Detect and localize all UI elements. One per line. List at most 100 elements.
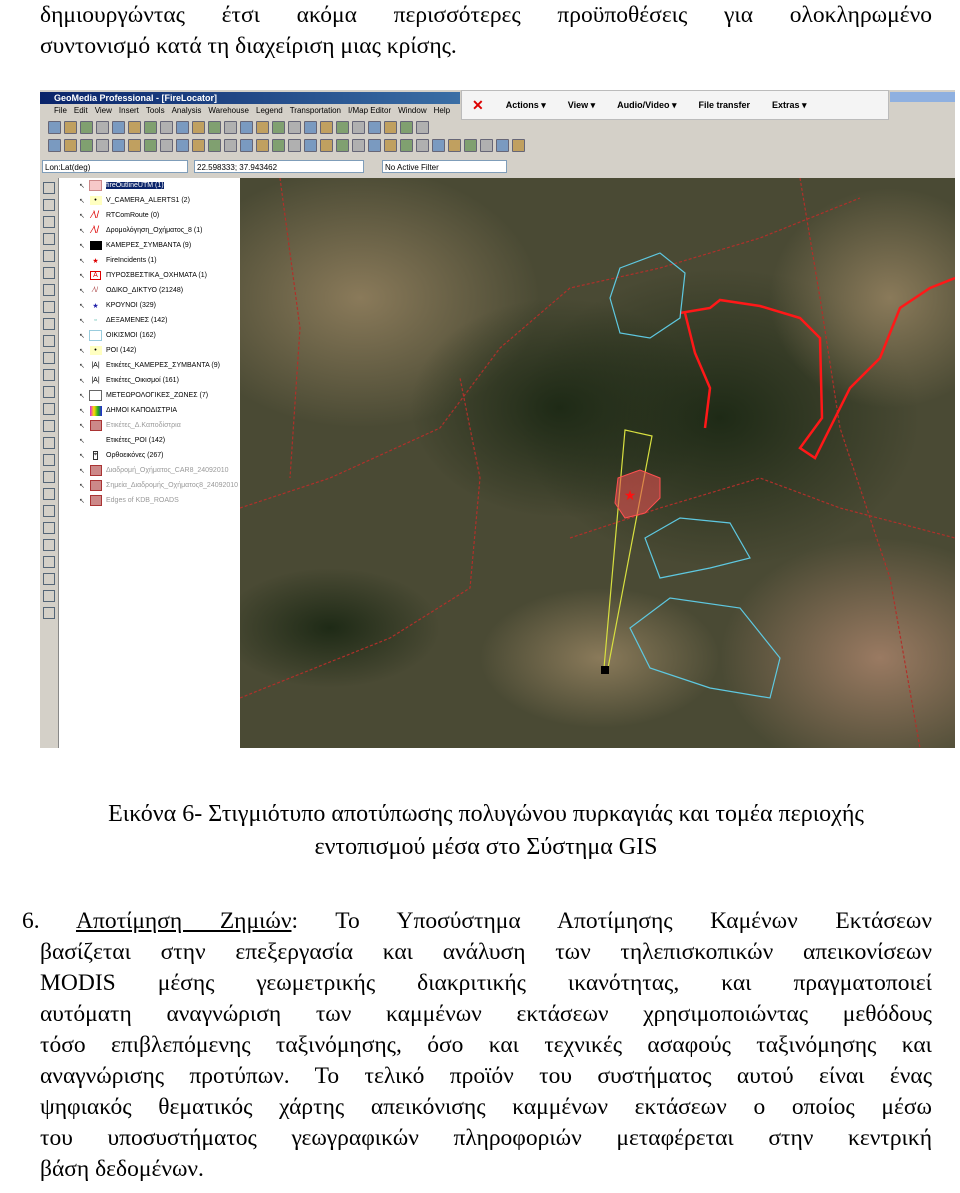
tool-icon[interactable] (43, 369, 55, 381)
toolbar-button-icon[interactable] (240, 120, 253, 134)
tool-icon[interactable] (43, 403, 55, 415)
menu-item[interactable]: Edit (74, 104, 88, 117)
legend-entry[interactable]: ↖ ΚΑΜΕΡΕΣ_ΣΥΜΒΑΝΤΑ (9) (59, 238, 241, 253)
toolbar-button-icon[interactable] (352, 138, 365, 152)
coord-system-select[interactable]: Lon:Lat(deg) (42, 160, 188, 173)
toolbar-button-icon[interactable] (80, 138, 93, 152)
tool-icon[interactable] (43, 267, 55, 279)
legend-entry[interactable]: ↖ ΟΙΚΙΣΜΟΙ (162) (59, 328, 241, 343)
toolbar-button-icon[interactable] (80, 120, 93, 134)
tool-icon[interactable] (43, 505, 55, 517)
legend-entry[interactable]: ↖ ★ FireIncidents (1) (59, 253, 241, 268)
toolbar-button-icon[interactable] (272, 120, 285, 134)
toolbar-button-icon[interactable] (336, 120, 349, 134)
toolbar-button-icon[interactable] (496, 138, 509, 152)
toolbar-button-icon[interactable] (96, 120, 109, 134)
map-view[interactable]: ★ (240, 178, 955, 748)
legend-entry[interactable]: ↖ ⁄\/ ΟΔΙΚΟ_ΔΙΚΤΥΟ (21248) (59, 283, 241, 298)
toolbar-button-icon[interactable] (144, 120, 157, 134)
legend-entry[interactable]: ↖ Ετικέτες_Δ.Καποδίστρια (59, 418, 241, 433)
close-icon[interactable]: ✕ (472, 97, 484, 114)
tool-icon[interactable] (43, 335, 55, 347)
toolbar-button-icon[interactable] (176, 138, 189, 152)
toolbar-button-icon[interactable] (240, 138, 253, 152)
toolbar-button-icon[interactable] (448, 138, 461, 152)
tool-icon[interactable] (43, 420, 55, 432)
toolbar-button-icon[interactable] (368, 120, 381, 134)
file-transfer-button[interactable]: File transfer (699, 100, 751, 110)
menu-item[interactable]: Analysis (172, 104, 202, 117)
legend-entry[interactable]: ↖ ⌖ Ορθοεικόνες (267) (59, 448, 241, 463)
menu-item[interactable]: File (54, 104, 67, 117)
toolbar-button-icon[interactable] (112, 138, 125, 152)
tool-icon[interactable] (43, 386, 55, 398)
toolbar-button-icon[interactable] (480, 138, 493, 152)
toolbar-button-icon[interactable] (128, 120, 141, 134)
toolbar-button-icon[interactable] (416, 138, 429, 152)
toolbar-button-icon[interactable] (96, 138, 109, 152)
legend-entry[interactable]: ↖ Σημεία_Διαδρομής_Οχήματος8_24092010 (59, 478, 241, 493)
toolbar-button-icon[interactable] (256, 120, 269, 134)
toolbar-button-icon[interactable] (320, 138, 333, 152)
toolbar-button-icon[interactable] (176, 120, 189, 134)
tool-icon[interactable] (43, 471, 55, 483)
toolbar-button-icon[interactable] (272, 138, 285, 152)
tool-icon[interactable] (43, 301, 55, 313)
tool-icon[interactable] (43, 522, 55, 534)
legend-entry[interactable]: ↖ ΜΕΤΕΩΡΟΛΟΓΙΚΕΣ_ΖΩΝΕΣ (7) (59, 388, 241, 403)
tool-icon[interactable] (43, 216, 55, 228)
toolbar-button-icon[interactable] (64, 138, 77, 152)
tool-icon[interactable] (43, 182, 55, 194)
tool-icon[interactable] (43, 437, 55, 449)
coordinates-field[interactable]: 22.598333; 37.943462 (194, 160, 364, 173)
legend-entry[interactable]: ↖ Ετικέτες_POI (142) (59, 433, 241, 448)
toolbar-button-icon[interactable] (400, 120, 413, 134)
toolbar-button-icon[interactable] (288, 138, 301, 152)
menu-item[interactable]: I/Map Editor (348, 104, 391, 117)
tool-icon[interactable] (43, 573, 55, 585)
toolbar-button-icon[interactable] (48, 120, 61, 134)
legend-entry[interactable]: ↖ ΔΗΜΟΙ ΚΑΠΟΔΙΣΤΡΙΑ (59, 403, 241, 418)
legend-entry[interactable]: ↖ |A| Ετικέτες_Οικισμοί (161) (59, 373, 241, 388)
toolbar-button-icon[interactable] (144, 138, 157, 152)
toolbar-button-icon[interactable] (256, 138, 269, 152)
toolbar-button-icon[interactable] (224, 138, 237, 152)
toolbar-button-icon[interactable] (48, 138, 61, 152)
toolbar-button-icon[interactable] (320, 120, 333, 134)
menu-item[interactable]: View (95, 104, 112, 117)
menu-item[interactable]: Window (398, 104, 426, 117)
tool-icon[interactable] (43, 590, 55, 602)
toolbar-button-icon[interactable] (384, 120, 397, 134)
audio-video-menu[interactable]: Audio/Video ▾ (617, 100, 676, 111)
view-menu[interactable]: View ▾ (568, 100, 595, 111)
toolbar-button-icon[interactable] (288, 120, 301, 134)
tool-icon[interactable] (43, 539, 55, 551)
tool-icon[interactable] (43, 199, 55, 211)
legend-entry[interactable]: ↖ • V_CAMERA_ALERTS1 (2) (59, 193, 241, 208)
toolbar-button-icon[interactable] (384, 138, 397, 152)
extras-menu[interactable]: Extras ▾ (772, 100, 807, 111)
legend-entry[interactable]: ↖ • POI (142) (59, 343, 241, 358)
toolbar-button-icon[interactable] (160, 138, 173, 152)
toolbar-button-icon[interactable] (304, 120, 317, 134)
tool-icon[interactable] (43, 488, 55, 500)
toolbar-button-icon[interactable] (304, 138, 317, 152)
toolbar-button-icon[interactable] (416, 120, 429, 134)
tool-icon[interactable] (43, 352, 55, 364)
toolbar-button-icon[interactable] (208, 120, 221, 134)
menu-item[interactable]: Legend (256, 104, 283, 117)
legend-entry[interactable]: ↖ |A| Ετικέτες_ΚΑΜΕΡΕΣ_ΣΥΜΒΑΝΤΑ (9) (59, 358, 241, 373)
toolbar-button-icon[interactable] (128, 138, 141, 152)
toolbar-button-icon[interactable] (112, 120, 125, 134)
toolbar-button-icon[interactable] (160, 120, 173, 134)
toolbar-button-icon[interactable] (208, 138, 221, 152)
legend-entry[interactable]: ↖ ★ ΚΡΟΥΝΟΙ (329) (59, 298, 241, 313)
toolbar-button-icon[interactable] (224, 120, 237, 134)
toolbar-button-icon[interactable] (192, 120, 205, 134)
toolbar-button-icon[interactable] (464, 138, 477, 152)
toolbar-button-icon[interactable] (400, 138, 413, 152)
legend-entry[interactable]: ↖ Edges of KDB_ROADS (59, 493, 241, 508)
legend-entry[interactable]: ↖ ⁄\/ RTComRoute (0) (59, 208, 241, 223)
tool-icon[interactable] (43, 250, 55, 262)
tool-icon[interactable] (43, 233, 55, 245)
